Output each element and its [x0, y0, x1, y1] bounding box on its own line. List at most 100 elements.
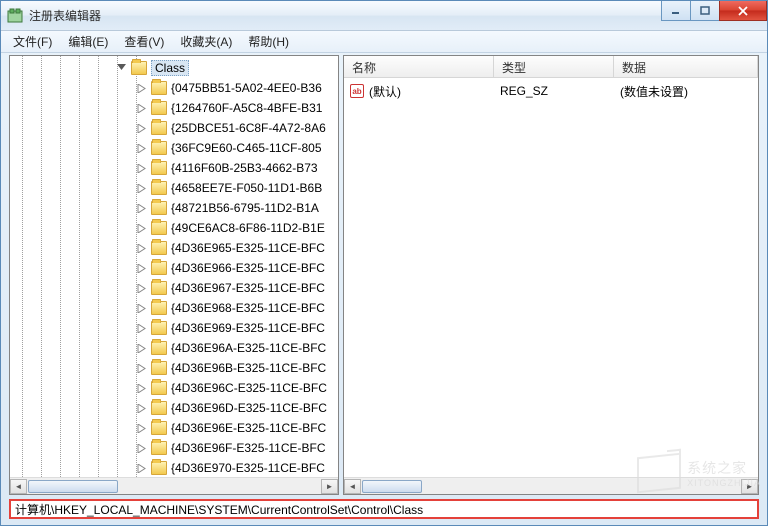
tree-node-item[interactable]: {4D36E970-E325-11CE-BFC	[134, 458, 338, 477]
folder-icon	[151, 281, 167, 295]
list-item[interactable]: ab (默认) REG_SZ (数值未设置)	[350, 82, 752, 100]
menu-favorites[interactable]: 收藏夹(A)	[172, 31, 240, 52]
expand-icon[interactable]	[136, 283, 147, 294]
expand-icon[interactable]	[136, 403, 147, 414]
node-label[interactable]: {4D36E966-E325-11CE-BFC	[171, 261, 325, 275]
node-label[interactable]: {4D36E96C-E325-11CE-BFC	[171, 381, 327, 395]
scroll-left-button[interactable]: ◄	[344, 479, 361, 494]
node-label[interactable]: {4D36E969-E325-11CE-BFC	[171, 321, 325, 335]
expand-icon[interactable]	[136, 463, 147, 474]
collapse-icon[interactable]	[116, 63, 127, 74]
tree-node-item[interactable]: {4D36E966-E325-11CE-BFC	[134, 258, 338, 278]
node-label[interactable]: {49CE6AC8-6F86-11D2-B1E	[171, 221, 325, 235]
expand-icon[interactable]	[136, 123, 147, 134]
tree-node-item[interactable]: {1264760F-A5C8-4BFE-B31	[134, 98, 338, 118]
tree-node-item[interactable]: {4D36E969-E325-11CE-BFC	[134, 318, 338, 338]
tree-node-item[interactable]: {4D36E96A-E325-11CE-BFC	[134, 338, 338, 358]
tree-node-item[interactable]: {4D36E96F-E325-11CE-BFC	[134, 438, 338, 458]
expand-icon[interactable]	[136, 183, 147, 194]
tree-node-item[interactable]: {49CE6AC8-6F86-11D2-B1E	[134, 218, 338, 238]
node-label[interactable]: {4658EE7E-F050-11D1-B6B	[171, 181, 322, 195]
scroll-track[interactable]	[361, 479, 741, 494]
expand-icon[interactable]	[136, 83, 147, 94]
tree-node-item[interactable]: {4116F60B-25B3-4662-B73	[134, 158, 338, 178]
status-bar-path: 计算机\HKEY_LOCAL_MACHINE\SYSTEM\CurrentCon…	[9, 499, 759, 519]
tree-node-item[interactable]: {4D36E96D-E325-11CE-BFC	[134, 398, 338, 418]
scroll-right-button[interactable]: ►	[741, 479, 758, 494]
node-label[interactable]: {25DBCE51-6C8F-4A72-8A6	[171, 121, 326, 135]
value-name: (默认)	[369, 83, 500, 100]
tree-node-item[interactable]: {4D36E967-E325-11CE-BFC	[134, 278, 338, 298]
node-label[interactable]: {1264760F-A5C8-4BFE-B31	[171, 101, 322, 115]
close-button[interactable]	[719, 1, 767, 21]
tree-node-item[interactable]: {25DBCE51-6C8F-4A72-8A6	[134, 118, 338, 138]
minimize-button[interactable]	[661, 1, 691, 21]
expand-icon[interactable]	[136, 303, 147, 314]
expand-icon[interactable]	[136, 443, 147, 454]
tree-node-item[interactable]: {4D36E96B-E325-11CE-BFC	[134, 358, 338, 378]
folder-icon	[131, 61, 147, 75]
node-label[interactable]: {4D36E968-E325-11CE-BFC	[171, 301, 325, 315]
expand-icon[interactable]	[136, 203, 147, 214]
scroll-thumb[interactable]	[362, 480, 422, 493]
tree-node-item[interactable]: {48721B56-6795-11D2-B1A	[134, 198, 338, 218]
expand-icon[interactable]	[136, 423, 147, 434]
scroll-track[interactable]	[27, 479, 321, 494]
node-label[interactable]: Class	[151, 60, 189, 76]
app-icon	[7, 8, 23, 24]
expand-icon[interactable]	[136, 243, 147, 254]
expand-icon[interactable]	[136, 323, 147, 334]
menu-edit[interactable]: 编辑(E)	[60, 31, 116, 52]
node-label[interactable]: {4D36E96F-E325-11CE-BFC	[171, 441, 326, 455]
window-controls	[662, 1, 767, 21]
registry-tree[interactable]: Class {0475BB51-5A02-4EE0-B36 {1264760F-A…	[10, 56, 338, 477]
maximize-button[interactable]	[690, 1, 720, 21]
list-h-scrollbar[interactable]: ◄ ►	[344, 477, 758, 494]
expand-icon[interactable]	[136, 363, 147, 374]
expand-icon[interactable]	[136, 163, 147, 174]
node-label[interactable]: {48721B56-6795-11D2-B1A	[171, 201, 319, 215]
scroll-right-button[interactable]: ►	[321, 479, 338, 494]
scroll-left-button[interactable]: ◄	[10, 479, 27, 494]
string-value-icon: ab	[350, 84, 364, 98]
tree-node-item[interactable]: {0475BB51-5A02-4EE0-B36	[134, 78, 338, 98]
expand-icon[interactable]	[136, 343, 147, 354]
menubar: 文件(F) 编辑(E) 查看(V) 收藏夹(A) 帮助(H)	[1, 31, 767, 53]
values-list[interactable]: ab (默认) REG_SZ (数值未设置)	[344, 78, 758, 477]
node-label[interactable]: {4D36E96A-E325-11CE-BFC	[171, 341, 326, 355]
menu-view[interactable]: 查看(V)	[116, 31, 172, 52]
scroll-thumb[interactable]	[28, 480, 118, 493]
tree-node-item[interactable]: {4D36E96E-E325-11CE-BFC	[134, 418, 338, 438]
node-label[interactable]: {0475BB51-5A02-4EE0-B36	[171, 81, 322, 95]
node-label[interactable]: {4116F60B-25B3-4662-B73	[171, 161, 318, 175]
tree-node-item[interactable]: {4D36E968-E325-11CE-BFC	[134, 298, 338, 318]
expand-icon[interactable]	[136, 143, 147, 154]
node-label[interactable]: {4D36E96B-E325-11CE-BFC	[171, 361, 326, 375]
col-data[interactable]: 数据	[614, 56, 758, 77]
node-label[interactable]: {4D36E96D-E325-11CE-BFC	[171, 401, 327, 415]
tree-node-item[interactable]: {36FC9E60-C465-11CF-805	[134, 138, 338, 158]
menu-help[interactable]: 帮助(H)	[240, 31, 297, 52]
folder-icon	[151, 261, 167, 275]
folder-icon	[151, 301, 167, 315]
col-name[interactable]: 名称	[344, 56, 494, 77]
node-label[interactable]: {4D36E970-E325-11CE-BFC	[171, 461, 325, 475]
tree-node-item[interactable]: {4D36E965-E325-11CE-BFC	[134, 238, 338, 258]
menu-file[interactable]: 文件(F)	[5, 31, 60, 52]
col-type[interactable]: 类型	[494, 56, 614, 77]
node-label[interactable]: {36FC9E60-C465-11CF-805	[171, 141, 322, 155]
node-label[interactable]: {4D36E965-E325-11CE-BFC	[171, 241, 325, 255]
node-label[interactable]: {4D36E96E-E325-11CE-BFC	[171, 421, 326, 435]
tree-node-item[interactable]: {4658EE7E-F050-11D1-B6B	[134, 178, 338, 198]
node-label[interactable]: {4D36E967-E325-11CE-BFC	[171, 281, 325, 295]
tree-node-item[interactable]: {4D36E96C-E325-11CE-BFC	[134, 378, 338, 398]
titlebar[interactable]: 注册表编辑器	[1, 1, 767, 31]
expand-icon[interactable]	[136, 103, 147, 114]
expand-icon[interactable]	[136, 223, 147, 234]
expand-icon[interactable]	[136, 383, 147, 394]
tree-h-scrollbar[interactable]: ◄ ►	[10, 477, 338, 494]
expand-icon[interactable]	[136, 263, 147, 274]
value-data: (数值未设置)	[620, 83, 696, 100]
tree-node-class[interactable]: Class	[114, 58, 338, 78]
folder-icon	[151, 381, 167, 395]
